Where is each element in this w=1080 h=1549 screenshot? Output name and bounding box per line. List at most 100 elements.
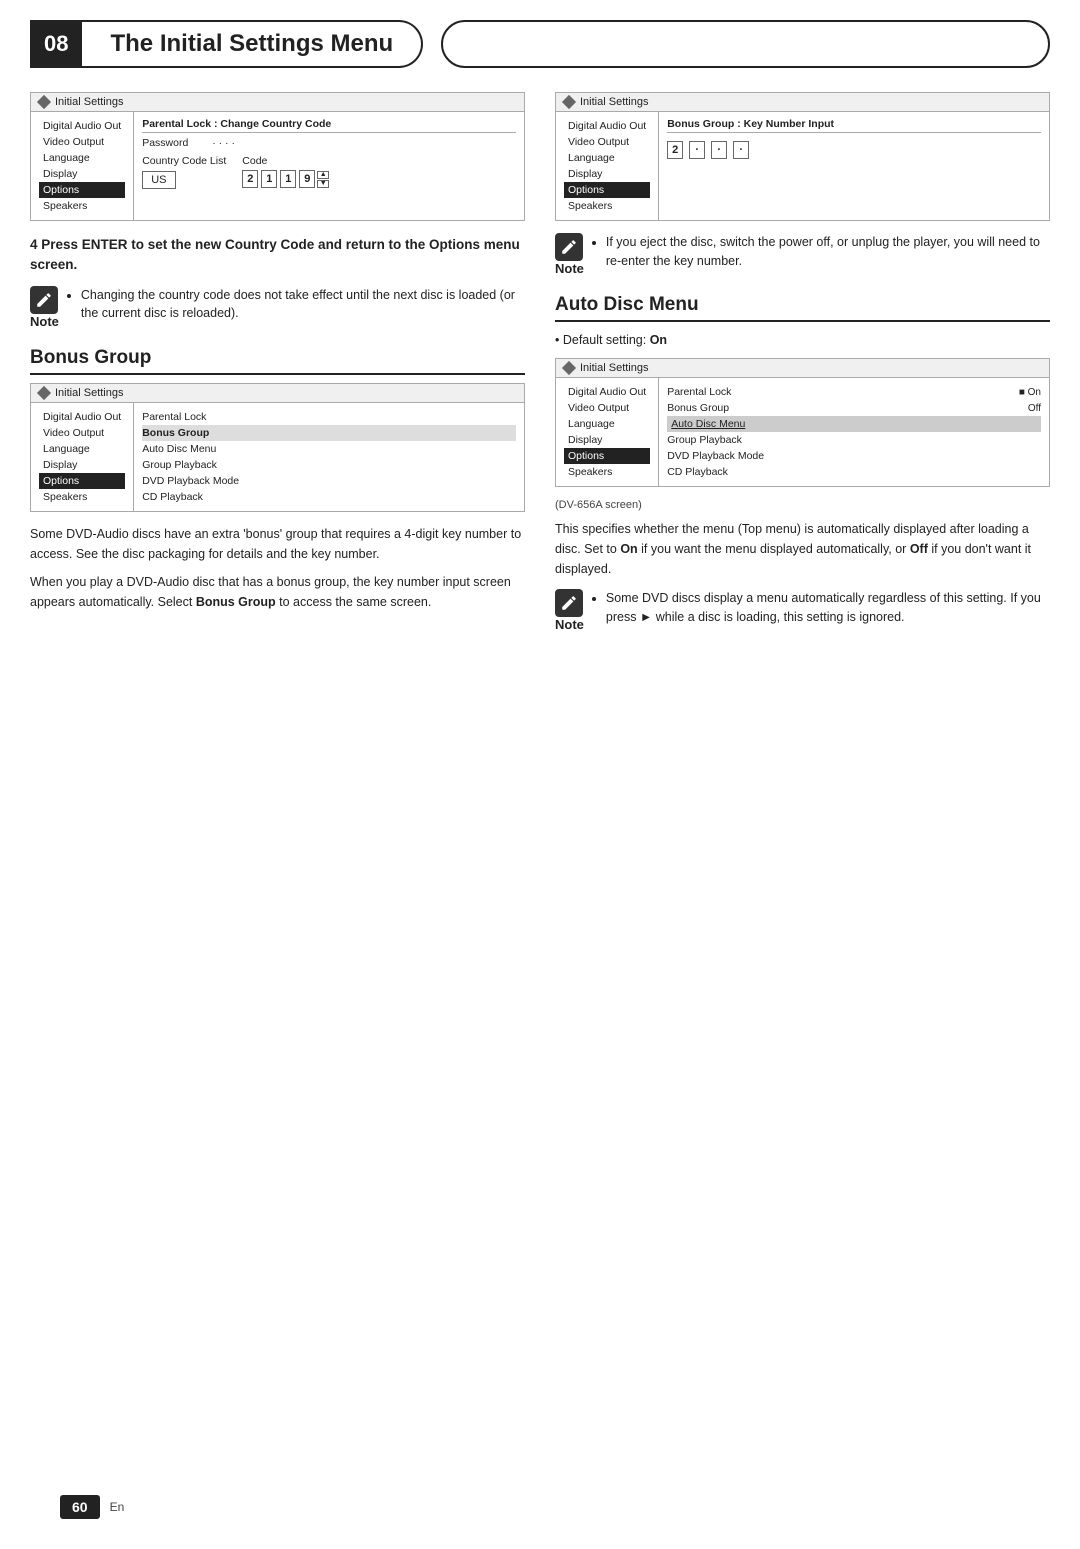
bonus-digit-3: · (711, 141, 727, 159)
menu-item-speakers: Speakers (39, 198, 125, 214)
screen1-password-label: Password (142, 137, 212, 149)
code-section: Code 2 1 1 9 ▲ ▼ (242, 155, 329, 188)
note3-header: Note (555, 589, 584, 632)
s4-option-cd-playback: CD Playback (667, 464, 1041, 480)
chapter-title-box: The Initial Settings Menu (82, 20, 423, 68)
screen4-menu: Digital Audio Out Video Output Language … (556, 378, 659, 486)
note1-header: Note (30, 286, 59, 329)
s4-parental-on: ■ On (1019, 387, 1041, 398)
menu-item-video-output: Video Output (39, 134, 125, 150)
s4-option-group-playback: Group Playback (667, 432, 1041, 448)
screen3-content: Bonus Group : Key Number Input 2 · · · (659, 112, 1049, 220)
code-label: Code (242, 155, 329, 167)
step-text: 4 Press ENTER to set the new Country Cod… (30, 235, 525, 276)
note1-bullet: Changing the country code does not take … (81, 286, 525, 324)
s2-menu-digital: Digital Audio Out (39, 409, 125, 425)
s4-menu-speakers: Speakers (564, 464, 650, 480)
diamond-icon-4 (562, 361, 576, 375)
s4-bonus-label: Bonus Group (667, 402, 1028, 414)
arrow-up[interactable]: ▲ (317, 171, 329, 179)
s2-option-auto-disc: Auto Disc Menu (142, 441, 516, 457)
note2-label: Note (555, 261, 584, 276)
code-digit-1: 2 (242, 170, 258, 188)
screen1-menu: Digital Audio Out Video Output Language … (31, 112, 134, 220)
pencil-icon-2 (560, 238, 578, 256)
code-digits-box: 2 1 1 9 ▲ ▼ (242, 170, 329, 188)
chapter-title: The Initial Settings Menu (110, 30, 393, 58)
bonus-digit-2: · (689, 141, 705, 159)
country-code-list-text: Country Code List (142, 155, 226, 167)
default-setting: • Default setting: On (555, 330, 1050, 350)
screen-key-input: Initial Settings Digital Audio Out Video… (555, 92, 1050, 221)
code-digit-4-with-arrows: 9 ▲ ▼ (299, 170, 329, 188)
s4-parental-label: Parental Lock (667, 386, 1019, 398)
right-column: Initial Settings Digital Audio Out Video… (555, 92, 1050, 642)
note2-content: If you eject the disc, switch the power … (592, 233, 1050, 273)
dv-label: (DV-656A screen) (555, 499, 1050, 511)
screen2-header-label: Initial Settings (55, 387, 123, 399)
screen2-header: Initial Settings (31, 384, 524, 403)
s3-menu-speakers: Speakers (564, 198, 650, 214)
s4-bonus-off: Off (1028, 403, 1041, 414)
s4-option-bonus: Bonus Group Off (667, 400, 1041, 416)
screen1-content: Parental Lock : Change Country Code Pass… (134, 112, 524, 220)
menu-item-language: Language (39, 150, 125, 166)
s2-menu-display: Display (39, 457, 125, 473)
s3-menu-language: Language (564, 150, 650, 166)
s3-menu-digital: Digital Audio Out (564, 118, 650, 134)
note1-content: Changing the country code does not take … (67, 286, 525, 326)
body-text-3: This specifies whether the menu (Top men… (555, 519, 1050, 579)
s3-menu-video: Video Output (564, 134, 650, 150)
screen4-header: Initial Settings (556, 359, 1049, 378)
screen3-menu: Digital Audio Out Video Output Language … (556, 112, 659, 220)
screen1-password-row: Password · · · · (142, 137, 516, 149)
note-box-3: Note Some DVD discs display a menu autom… (555, 589, 1050, 632)
note2-header: Note (555, 233, 584, 276)
main-content: Initial Settings Digital Audio Out Video… (30, 92, 1050, 642)
header-right-decoration (441, 20, 1050, 68)
lang-label: En (110, 1500, 125, 1514)
screen1-password-value: · · · · (212, 137, 235, 149)
screen-bonus-group: Initial Settings Digital Audio Out Video… (30, 383, 525, 512)
country-code-list-label: Country Code List US (142, 155, 226, 189)
menu-item-display: Display (39, 166, 125, 182)
pencil-icon-3 (560, 594, 578, 612)
note3-label: Note (555, 617, 584, 632)
pencil-icon (35, 291, 53, 309)
screen2-body: Digital Audio Out Video Output Language … (31, 403, 524, 511)
code-digit-2: 1 (261, 170, 277, 188)
page-number: 60 (60, 1495, 100, 1519)
screen4-header-label: Initial Settings (580, 362, 648, 374)
diamond-icon-3 (562, 95, 576, 109)
note3-content: Some DVD discs display a menu automatica… (592, 589, 1050, 629)
s2-option-cd-playback: CD Playback (142, 489, 516, 505)
s4-option-dvd-playback: DVD Playback Mode (667, 448, 1041, 464)
note3-bullet: Some DVD discs display a menu automatica… (606, 589, 1050, 627)
s2-menu-video: Video Output (39, 425, 125, 441)
s4-menu-digital: Digital Audio Out (564, 384, 650, 400)
chapter-number: 08 (30, 20, 82, 68)
screen-auto-disc: Initial Settings Digital Audio Out Video… (555, 358, 1050, 487)
s2-menu-options: Options (39, 473, 125, 489)
screen2-content: Parental Lock Bonus Group Auto Disc Menu… (134, 403, 524, 511)
note-box-1: Note Changing the country code does not … (30, 286, 525, 329)
page-footer: 60 En (60, 1495, 124, 1519)
auto-disc-menu-heading: Auto Disc Menu (555, 294, 1050, 322)
screen3-header-label: Initial Settings (580, 96, 648, 108)
bonus-group-heading: Bonus Group (30, 347, 525, 375)
bonus-digit-1: 2 (667, 141, 683, 159)
screen3-header: Initial Settings (556, 93, 1049, 112)
s4-menu-language: Language (564, 416, 650, 432)
menu-item-options-selected: Options (39, 182, 125, 198)
screen2-menu: Digital Audio Out Video Output Language … (31, 403, 134, 511)
s2-menu-language: Language (39, 441, 125, 457)
s2-option-bonus: Bonus Group (142, 425, 516, 441)
s2-menu-speakers: Speakers (39, 489, 125, 505)
screen3-content-title: Bonus Group : Key Number Input (667, 118, 1041, 133)
screen1-country-code-row: Country Code List US Code 2 1 1 9 (142, 155, 516, 189)
diamond-icon-2 (37, 385, 51, 399)
s4-option-auto-disc: Auto Disc Menu (667, 416, 1041, 432)
body-text-1: Some DVD-Audio discs have an extra 'bonu… (30, 524, 525, 564)
note1-label: Note (30, 314, 59, 329)
arrow-down[interactable]: ▼ (317, 180, 329, 188)
